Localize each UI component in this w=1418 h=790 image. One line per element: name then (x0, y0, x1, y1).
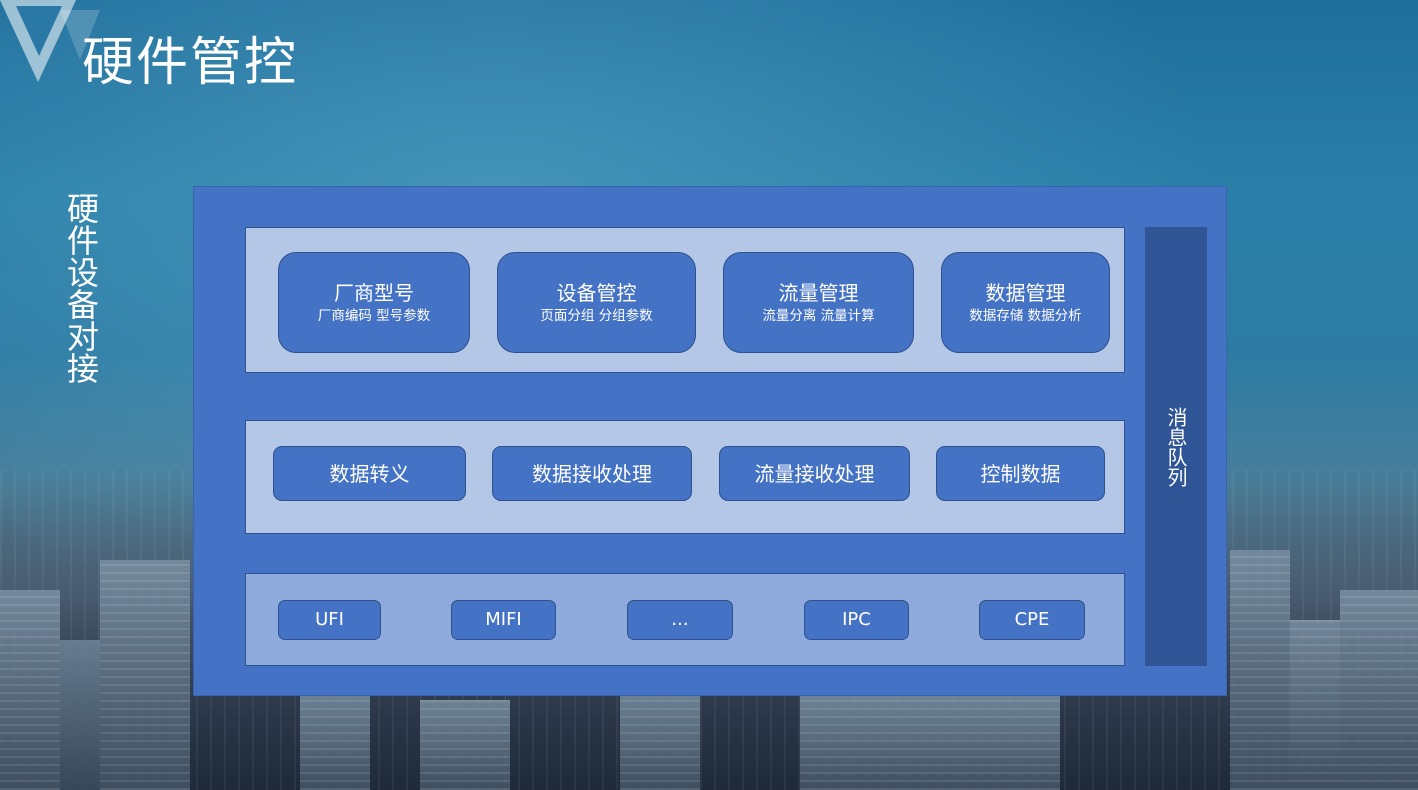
device-control-box: 设备管控 页面分组 分组参数 (497, 252, 696, 353)
device-layer: UFI MIFI ... IPC CPE (245, 573, 1125, 666)
box-title: 控制数据 (980, 461, 1061, 486)
box-subtitle: 流量分离 流量计算 (762, 307, 875, 324)
box-title: 数据接收处理 (532, 461, 652, 486)
data-management-box: 数据管理 数据存储 数据分析 (941, 252, 1110, 353)
traffic-receive-box: 流量接收处理 (719, 446, 910, 501)
processing-layer: 数据转义 数据接收处理 流量接收处理 控制数据 (245, 420, 1125, 534)
box-subtitle: 数据存储 数据分析 (969, 307, 1082, 324)
background-building (100, 560, 190, 790)
device-mifi-box: MIFI (451, 600, 556, 640)
device-cpe-box: CPE (979, 600, 1085, 640)
box-title: 数据管理 (985, 280, 1066, 305)
box-title: 数据转义 (329, 461, 410, 486)
box-title: UFI (315, 609, 344, 630)
architecture-panel: 厂商型号 厂商编码 型号参数 设备管控 页面分组 分组参数 流量管理 流量分离 … (193, 186, 1227, 696)
box-title: IPC (842, 609, 871, 630)
message-queue-label: 消息队列 (1164, 406, 1188, 487)
vendor-model-box: 厂商型号 厂商编码 型号参数 (278, 252, 470, 353)
box-title: CPE (1014, 609, 1050, 630)
background-building (300, 690, 370, 790)
background-building (800, 695, 1060, 790)
background-building (1340, 590, 1418, 790)
page-title: 硬件管控 (82, 33, 299, 93)
side-label: 硬件设备对接 (62, 192, 100, 384)
background-building (0, 590, 60, 790)
background-building (420, 700, 510, 790)
data-escape-box: 数据转义 (273, 446, 466, 501)
device-more-box: ... (627, 600, 733, 640)
background-building (60, 640, 100, 790)
box-title: ... (671, 609, 689, 630)
background-building (1230, 550, 1290, 790)
box-title: 厂商型号 (334, 280, 414, 305)
traffic-management-box: 流量管理 流量分离 流量计算 (723, 252, 914, 353)
data-receive-box: 数据接收处理 (492, 446, 692, 501)
device-ipc-box: IPC (804, 600, 909, 640)
message-queue-bar: 消息队列 (1145, 227, 1207, 666)
box-subtitle: 厂商编码 型号参数 (317, 307, 431, 324)
box-title: 流量接收处理 (754, 461, 875, 486)
background-building (1290, 620, 1340, 790)
box-title: MIFI (485, 609, 522, 630)
box-title: 设备管控 (556, 280, 637, 305)
control-data-box: 控制数据 (936, 446, 1105, 501)
device-ufi-box: UFI (278, 600, 381, 640)
management-layer: 厂商型号 厂商编码 型号参数 设备管控 页面分组 分组参数 流量管理 流量分离 … (245, 227, 1125, 373)
box-subtitle: 页面分组 分组参数 (540, 307, 653, 324)
box-title: 流量管理 (778, 280, 859, 305)
background-building (620, 690, 700, 790)
